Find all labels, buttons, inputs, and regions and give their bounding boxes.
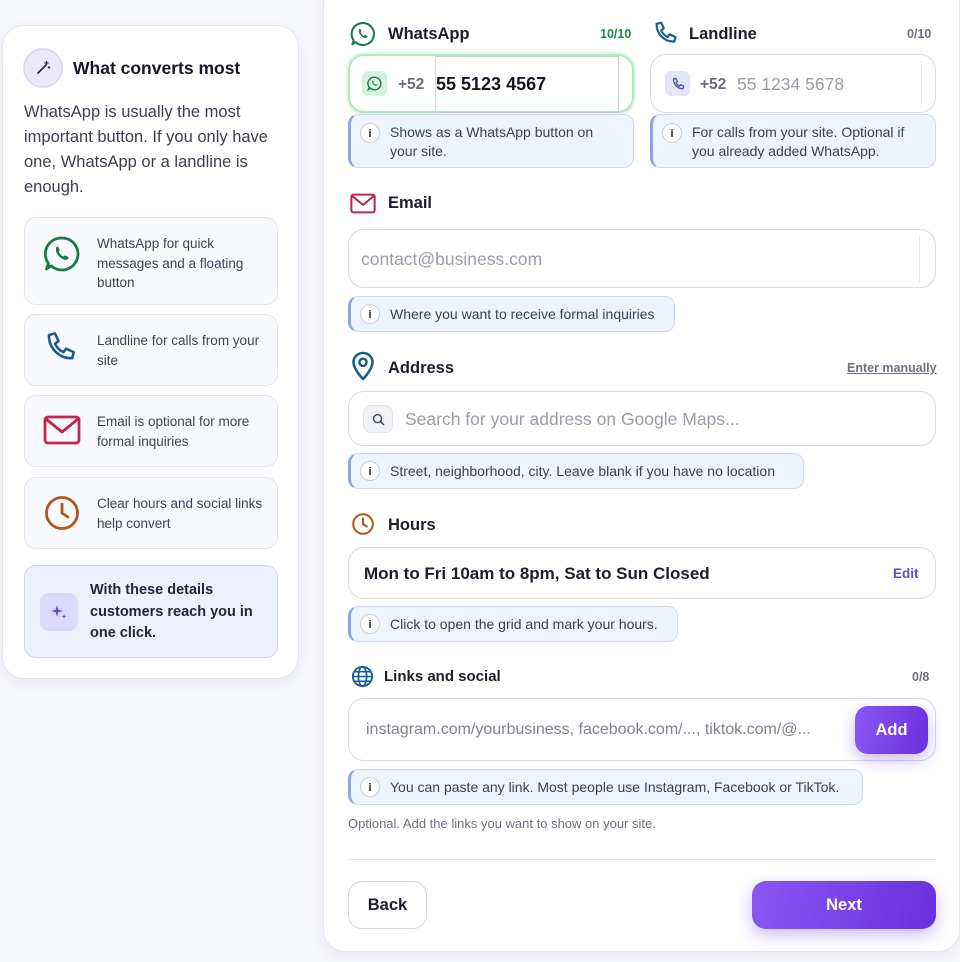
hours-hint: i Click to open the grid and mark your h… [348, 606, 678, 642]
edit-hours-button[interactable]: Edit [893, 566, 919, 581]
address-search-input[interactable]: Search for your address on Google Maps..… [405, 409, 740, 430]
info-icon: i [360, 461, 380, 481]
search-icon [363, 405, 393, 433]
info-icon: i [360, 304, 380, 324]
tips-panel: What converts most WhatsApp is usually t… [2, 25, 299, 679]
whatsapp-field[interactable]: +52 55 5123 4567 [348, 54, 634, 113]
mail-icon [43, 415, 81, 450]
clock-icon [43, 494, 81, 537]
whatsapp-label: WhatsApp [388, 25, 470, 43]
tip-hours: Clear hours and social links help conver… [24, 477, 278, 549]
address-hint: i Street, neighborhood, city. Leave blan… [348, 453, 804, 489]
tips-title: What converts most [73, 57, 241, 78]
final-tip: With these details customers reach you i… [24, 565, 278, 658]
tip-text: Clear hours and social links help conver… [97, 496, 263, 531]
tips-description: WhatsApp is usually the most important b… [24, 103, 268, 196]
location-pin-icon [351, 351, 375, 386]
links-input[interactable]: instagram.com/yourbusiness, facebook.com… [366, 721, 842, 739]
hours-hint-text: Click to open the grid and mark your hou… [390, 615, 658, 632]
whatsapp-icon [43, 235, 81, 278]
next-button[interactable]: Next [752, 881, 936, 929]
landline-label: Landline [689, 25, 757, 43]
back-button[interactable]: Back [348, 881, 427, 929]
phone-badge-icon [665, 71, 690, 96]
info-icon: i [360, 123, 380, 143]
sparkle-icon [40, 593, 78, 631]
email-hint-text: Where you want to receive formal inquiri… [390, 305, 655, 322]
add-link-button[interactable]: Add [855, 706, 928, 754]
magic-wand-icon [23, 48, 63, 88]
tip-text: Landline for calls from your site [97, 333, 260, 368]
whatsapp-counter: 10/10 [600, 27, 632, 41]
info-icon: i [360, 777, 380, 797]
landline-country-code: +52 [700, 76, 727, 93]
links-hint: i You can paste any link. Most people us… [348, 769, 863, 805]
info-icon: i [360, 614, 380, 634]
tip-text: Email is optional for more formal inquir… [97, 414, 250, 449]
hours-label-icon [351, 512, 375, 541]
email-label-icon [350, 193, 376, 219]
globe-icon [351, 665, 374, 693]
tip-whatsapp: WhatsApp for quick messages and a floati… [24, 217, 278, 305]
whatsapp-label-icon [350, 21, 376, 52]
email-hint: i Where you want to receive formal inqui… [348, 296, 675, 332]
address-label: Address [388, 359, 455, 377]
enter-manually-link[interactable]: Enter manually [847, 361, 937, 375]
landline-hint: i For calls from your site. Optional if … [650, 114, 936, 168]
final-tip-text: With these details customers reach you i… [90, 582, 253, 641]
landline-number-input[interactable]: 55 1234 5678 [737, 74, 844, 95]
tip-landline: Landline for calls from your site [24, 314, 278, 386]
divider [921, 61, 922, 107]
links-field[interactable]: instagram.com/yourbusiness, facebook.com… [348, 698, 936, 761]
hours-field[interactable]: Mon to Fri 10am to 8pm, Sat to Sun Close… [348, 547, 936, 599]
divider [919, 236, 920, 282]
address-hint-text: Street, neighborhood, city. Leave blank … [390, 462, 775, 479]
hours-label: Hours [388, 516, 436, 534]
tips-header: What converts most [23, 48, 240, 88]
links-label: Links and social [384, 668, 501, 685]
hours-summary: Mon to Fri 10am to 8pm, Sat to Sun Close… [364, 564, 710, 583]
links-counter: 0/8 [912, 670, 930, 684]
landline-label-icon [652, 20, 678, 51]
tip-text: WhatsApp for quick messages and a floati… [97, 236, 244, 290]
links-note: Optional. Add the links you want to show… [348, 816, 656, 831]
phone-icon [43, 330, 77, 369]
info-icon: i [662, 123, 682, 143]
landline-field[interactable]: +52 55 1234 5678 [650, 54, 936, 113]
contact-form-card: WhatsApp 10/10 +52 55 5123 4567 i Shows … [323, 0, 960, 952]
address-field[interactable]: Search for your address on Google Maps..… [348, 391, 936, 446]
email-label: Email [388, 194, 433, 212]
email-input[interactable]: contact@business.com [361, 249, 542, 270]
whatsapp-country-code: +52 [398, 76, 425, 93]
whatsapp-hint: i Shows as a WhatsApp button on your sit… [348, 114, 634, 168]
landline-hint-text: For calls from your site. Optional if yo… [692, 124, 905, 159]
links-hint-text: You can paste any link. Most people use … [390, 778, 840, 795]
landline-counter: 0/10 [907, 27, 932, 41]
whatsapp-badge-icon [362, 71, 387, 96]
whatsapp-number-input[interactable]: 55 5123 4567 [436, 56, 619, 113]
whatsapp-hint-text: Shows as a WhatsApp button on your site. [390, 124, 594, 159]
tip-email: Email is optional for more formal inquir… [24, 395, 278, 467]
divider [348, 859, 936, 860]
email-field[interactable]: contact@business.com [348, 229, 936, 288]
